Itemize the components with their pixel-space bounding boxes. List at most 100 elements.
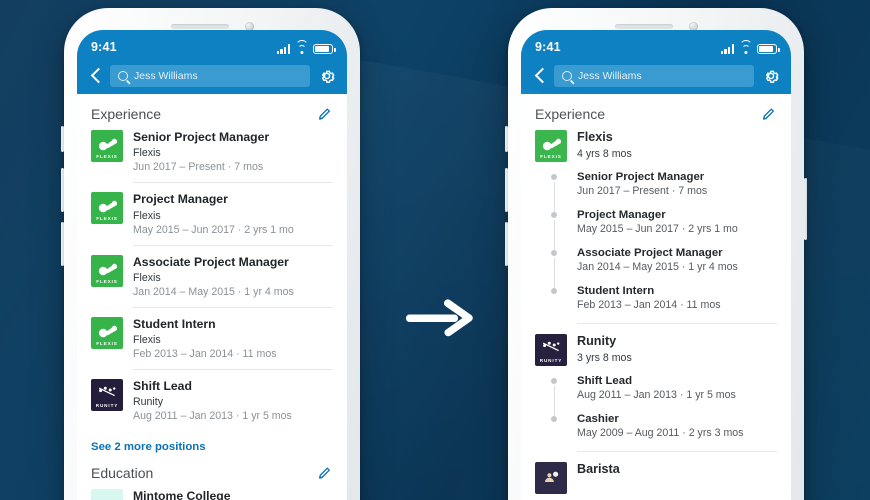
timeline-rail xyxy=(535,171,577,215)
status-bar: 9:41 xyxy=(521,30,791,58)
flexis-logo-icon: FLEXIS xyxy=(91,192,123,225)
pencil-icon[interactable] xyxy=(317,465,333,481)
experience-row[interactable]: FLEXIS Project Manager Flexis May 2015 –… xyxy=(77,192,347,246)
school-name: Mintome College xyxy=(133,489,231,500)
timeline-dot-icon xyxy=(551,250,557,256)
flexis-logo-icon: FLEXIS xyxy=(91,130,123,162)
mintome-logo-icon xyxy=(91,489,123,500)
position-list: Shift Lead Aug 2011 – Jan 2013 · 1 yr 5 … xyxy=(535,375,777,451)
timeline-dot-icon xyxy=(551,212,557,218)
company-group[interactable]: Barista xyxy=(521,462,791,494)
power-button[interactable] xyxy=(804,178,807,240)
job-dates: Jan 2014 – May 2015 · 1 yr 4 mos xyxy=(133,285,294,298)
experience-row-body: Associate Project Manager Flexis Jan 201… xyxy=(133,255,333,308)
pencil-icon[interactable] xyxy=(761,106,777,122)
position-dates: Aug 2011 – Jan 2013 · 1 yr 5 mos xyxy=(577,389,736,401)
status-clock: 9:41 xyxy=(535,40,561,54)
job-dates: Feb 2013 – Jan 2014 · 11 mos xyxy=(133,348,277,360)
company-name: Barista xyxy=(577,462,620,476)
company-duration: 3 yrs 8 mos xyxy=(577,351,632,364)
transition-arrow-icon xyxy=(404,296,476,340)
company-group[interactable]: FLEXIS Flexis 4 yrs 8 mos Senior Project… xyxy=(521,130,791,324)
mute-switch[interactable] xyxy=(505,126,508,152)
search-value: Jess Williams xyxy=(134,70,198,82)
search-value: Jess Williams xyxy=(578,70,642,82)
flexis-logo-icon: FLEXIS xyxy=(91,254,123,287)
status-icons xyxy=(720,40,780,54)
position-row[interactable]: Cashier May 2009 – Aug 2011 · 2 yrs 3 mo… xyxy=(535,413,777,451)
job-title: Project Manager xyxy=(133,192,228,207)
group-divider xyxy=(577,451,777,452)
mute-switch[interactable] xyxy=(61,126,64,152)
education-row[interactable]: Mintome College xyxy=(77,489,347,500)
volume-up-button[interactable] xyxy=(505,168,508,212)
pencil-icon[interactable] xyxy=(317,106,333,122)
profile-content-after: Experience FLEXIS Flexis 4 yrs 8 mos Sen… xyxy=(521,94,791,500)
back-chevron-icon[interactable] xyxy=(88,67,102,85)
job-title: Student Intern xyxy=(133,316,216,331)
job-title: Shift Lead xyxy=(133,379,192,393)
timeline-rail xyxy=(535,375,577,419)
search-input[interactable]: Jess Williams xyxy=(110,65,310,87)
position-row[interactable]: Shift Lead Aug 2011 – Jan 2013 · 1 yr 5 … xyxy=(535,375,777,419)
gear-icon[interactable] xyxy=(318,67,336,85)
job-company: Flexis xyxy=(133,147,161,160)
company-header: RUNITY Runity 3 yrs 8 mos xyxy=(535,334,777,366)
phone-after: 9:41 Jess Williams Experience FLEXIS Fle… xyxy=(505,8,807,500)
position-row[interactable]: Project Manager May 2015 – Jun 2017 · 2 … xyxy=(535,209,777,253)
position-list: Senior Project Manager Jun 2017 – Presen… xyxy=(535,171,777,323)
experience-row[interactable]: FLEXIS Senior Project Manager Flexis Jun… xyxy=(77,130,347,184)
volume-down-button[interactable] xyxy=(505,222,508,266)
position-body: Senior Project Manager Jun 2017 – Presen… xyxy=(577,171,777,209)
position-body: Project Manager May 2015 – Jun 2017 · 2 … xyxy=(577,209,777,247)
phone-before: 9:41 Jess Williams Experience FLEXIS Sen… xyxy=(61,8,360,500)
company-duration: 4 yrs 8 mos xyxy=(577,147,632,160)
volume-down-button[interactable] xyxy=(61,222,64,266)
position-title: Cashier xyxy=(577,413,619,425)
company-header-text: Barista xyxy=(577,462,620,480)
promo-canvas: 9:41 Jess Williams Experience FLEXIS Sen… xyxy=(0,0,870,500)
section-header-experience: Experience xyxy=(521,94,791,130)
nav-bar: Jess Williams xyxy=(521,58,791,94)
timeline-dot-icon xyxy=(551,174,557,180)
see-more-positions-link[interactable]: See 2 more positions xyxy=(77,431,347,453)
position-title: Project Manager xyxy=(577,209,666,221)
flexis-wordmark: FLEXIS xyxy=(96,216,118,222)
gear-icon[interactable] xyxy=(762,67,780,85)
timeline-dot-icon xyxy=(551,288,557,294)
status-icons xyxy=(276,40,336,54)
position-row[interactable]: Senior Project Manager Jun 2017 – Presen… xyxy=(535,171,777,215)
education-row-body: Mintome College xyxy=(133,489,333,500)
group-divider xyxy=(577,323,777,324)
flexis-wordmark: FLEXIS xyxy=(96,278,118,284)
position-dates: May 2009 – Aug 2011 · 2 yrs 3 mos xyxy=(577,427,744,439)
timeline-rail xyxy=(535,413,577,451)
position-body: Cashier May 2009 – Aug 2011 · 2 yrs 3 mo… xyxy=(577,413,777,451)
position-row[interactable]: Student Intern Feb 2013 – Jan 2014 · 11 … xyxy=(535,285,777,323)
experience-row[interactable]: RUNITY Shift Lead Runity Aug 2011 – Jan … xyxy=(77,379,347,431)
volume-up-button[interactable] xyxy=(61,168,64,212)
experience-row-body: Student Intern Flexis Feb 2013 – Jan 201… xyxy=(133,317,333,370)
flexis-wordmark: FLEXIS xyxy=(96,154,118,159)
position-row[interactable]: Associate Project Manager Jan 2014 – May… xyxy=(535,247,777,291)
back-chevron-icon[interactable] xyxy=(532,67,546,85)
timeline-dot-icon xyxy=(551,378,557,384)
experience-row[interactable]: FLEXIS Student Intern Flexis Feb 2013 – … xyxy=(77,316,347,370)
earpiece-speaker-icon xyxy=(170,23,229,29)
cellular-signal-icon xyxy=(720,44,734,54)
experience-row[interactable]: FLEXIS Associate Project Manager Flexis … xyxy=(77,254,347,308)
position-dates: Feb 2013 – Jan 2014 · 11 mos xyxy=(577,299,721,311)
section-title: Experience xyxy=(91,106,162,122)
screen-before: 9:41 Jess Williams Experience FLEXIS Sen… xyxy=(77,30,347,500)
position-title: Student Intern xyxy=(577,285,655,297)
status-clock: 9:41 xyxy=(91,40,117,54)
section-title: Experience xyxy=(535,106,606,122)
company-group[interactable]: RUNITY Runity 3 yrs 8 mos Shift Lead Aug… xyxy=(521,334,791,452)
section-title: Education xyxy=(91,465,154,482)
job-company: Flexis xyxy=(133,334,161,346)
job-title: Senior Project Manager xyxy=(133,130,270,144)
job-dates: Aug 2011 – Jan 2013 · 1 yr 5 mos xyxy=(133,410,292,423)
search-input[interactable]: Jess Williams xyxy=(554,65,754,87)
cellular-signal-icon xyxy=(276,44,290,54)
company-name: Flexis xyxy=(577,130,613,144)
